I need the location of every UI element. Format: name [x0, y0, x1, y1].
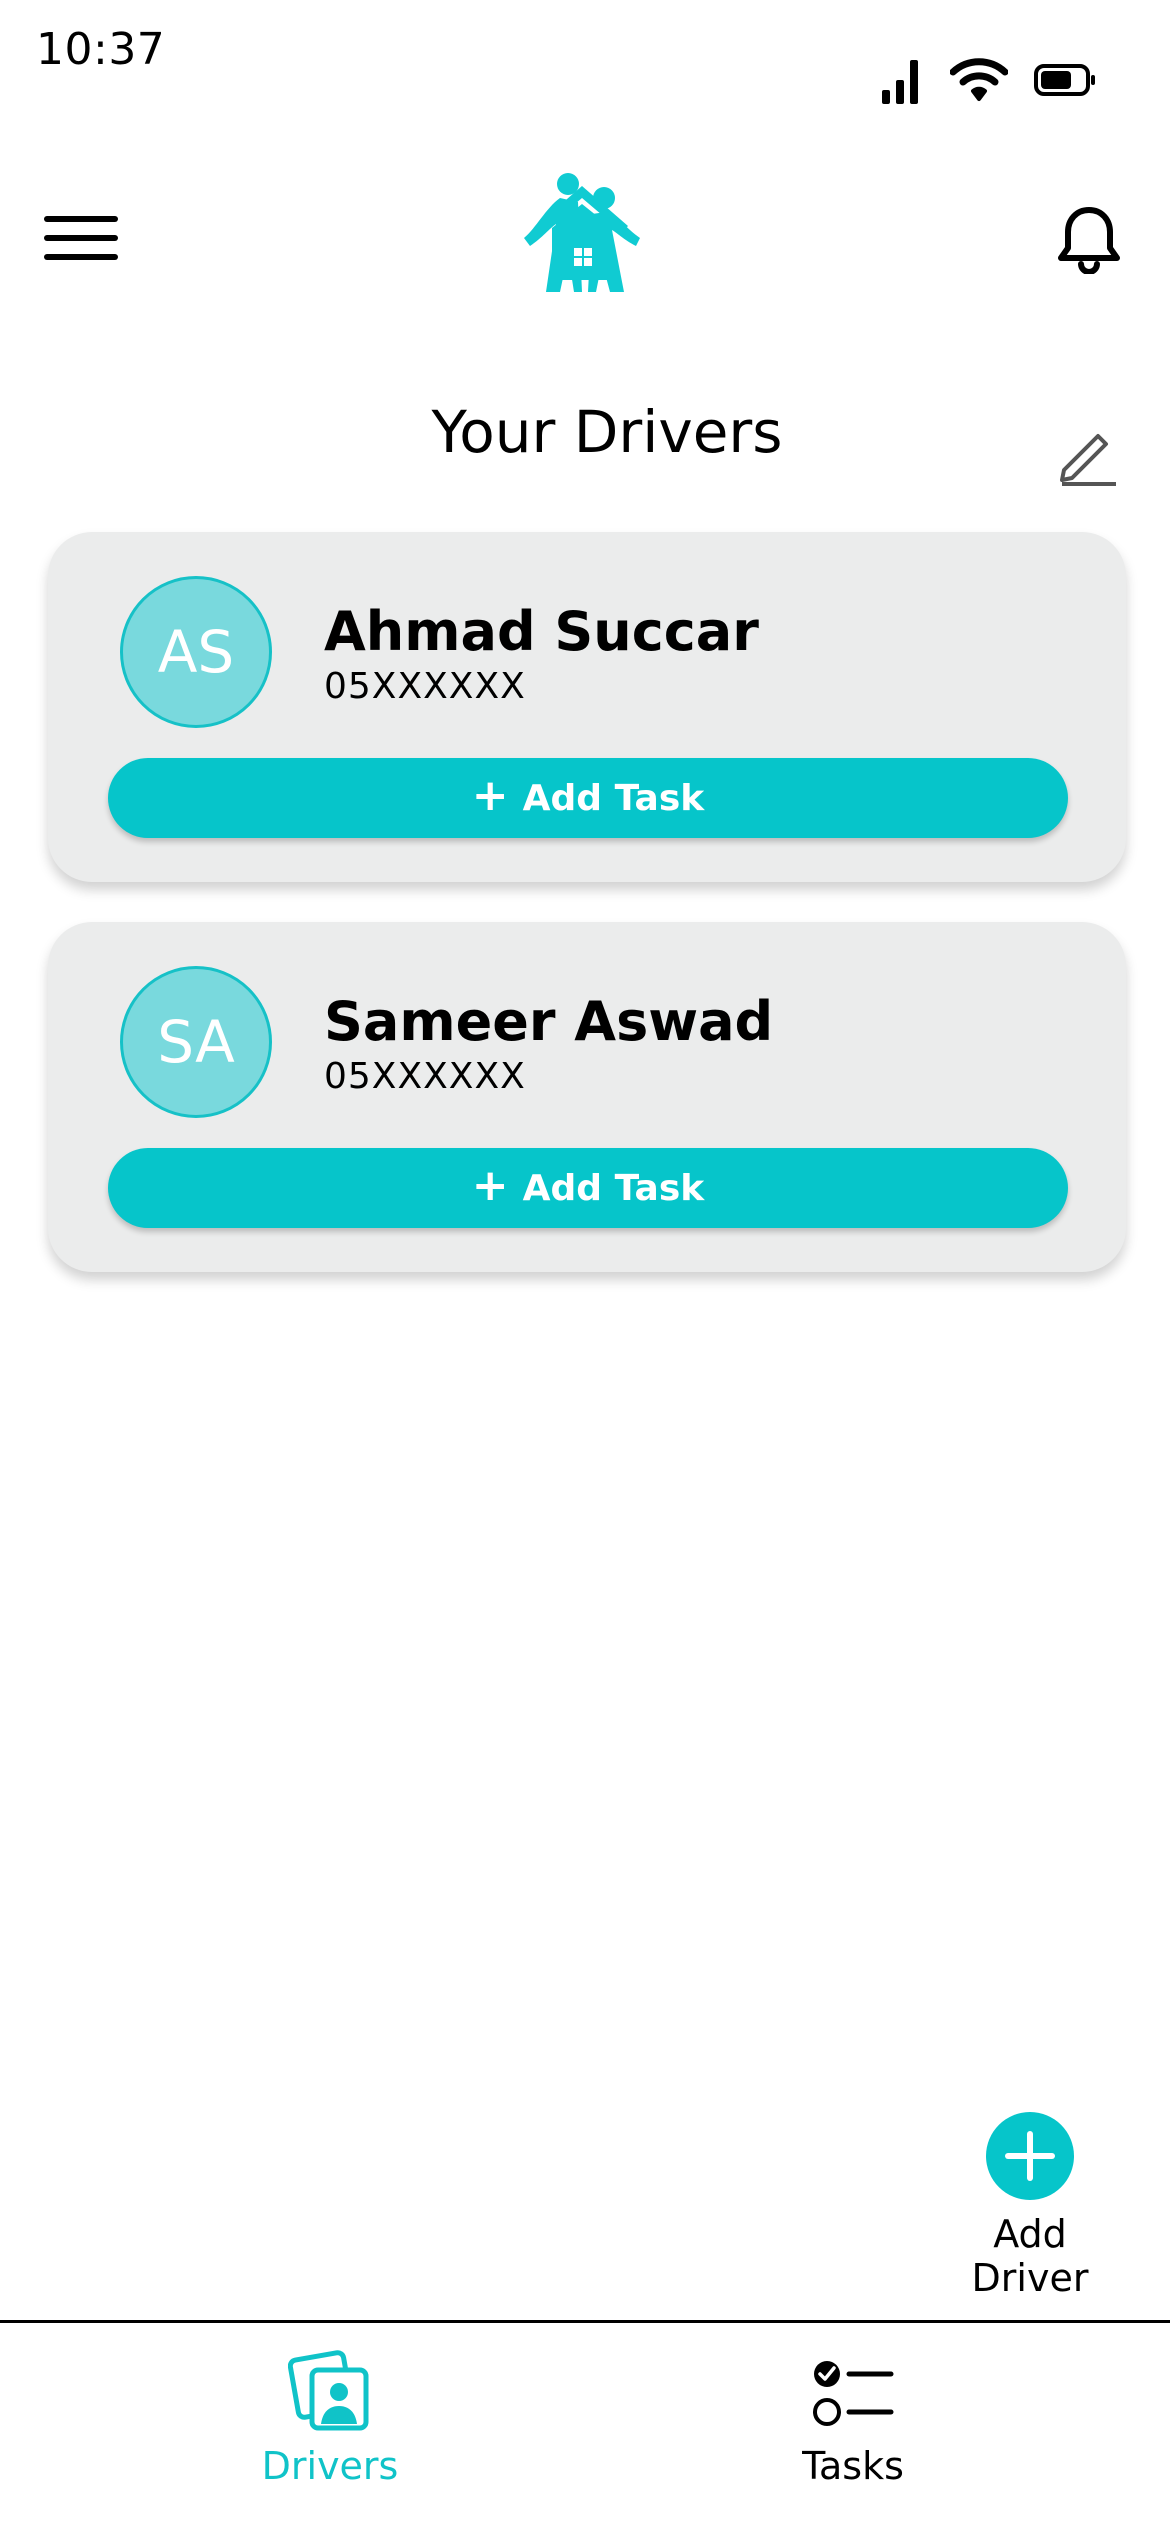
tab-tasks[interactable]: Tasks — [703, 2350, 1003, 2488]
avatar: AS — [120, 576, 272, 728]
avatar: SA — [120, 966, 272, 1118]
tab-drivers[interactable]: Drivers — [180, 2350, 480, 2488]
status-time: 10:37 — [36, 24, 166, 75]
tab-drivers-label: Drivers — [261, 2444, 399, 2488]
add-task-button[interactable]: + Add Task — [108, 1148, 1068, 1228]
hamburger-menu-icon[interactable] — [44, 216, 118, 260]
bottom-nav-divider — [0, 2320, 1170, 2323]
add-driver-label[interactable]: Add Driver — [930, 2212, 1130, 2300]
family-home-logo — [524, 173, 640, 292]
pencil-icon[interactable] — [1058, 424, 1120, 486]
add-task-label: Add Task — [522, 1167, 705, 1209]
wifi-icon — [950, 58, 1008, 101]
plus-icon — [1005, 2131, 1055, 2181]
driver-phone: 05XXXXXX — [324, 1056, 526, 1097]
plus-icon: + — [471, 1160, 509, 1211]
bell-icon[interactable] — [1054, 204, 1124, 274]
add-driver-button[interactable] — [986, 2112, 1074, 2200]
battery-icon — [1034, 64, 1095, 96]
driver-card: AS Ahmad Succar 05XXXXXX + Add Task — [48, 532, 1126, 882]
status-icons — [882, 56, 1096, 104]
driver-card: SA Sameer Aswad 05XXXXXX + Add Task — [48, 922, 1126, 1272]
task-list-icon — [813, 2361, 894, 2426]
drivers-photo-icon — [287, 2350, 369, 2431]
cellular-signal-icon — [882, 60, 918, 104]
page-title: Your Drivers — [431, 398, 783, 466]
driver-phone: 05XXXXXX — [324, 666, 526, 707]
plus-icon: + — [471, 770, 509, 821]
add-task-button[interactable]: + Add Task — [108, 758, 1068, 838]
add-task-label: Add Task — [522, 777, 705, 819]
driver-name: Sameer Aswad — [324, 990, 774, 1053]
driver-name: Ahmad Succar — [324, 600, 759, 663]
tab-tasks-label: Tasks — [802, 2444, 904, 2488]
